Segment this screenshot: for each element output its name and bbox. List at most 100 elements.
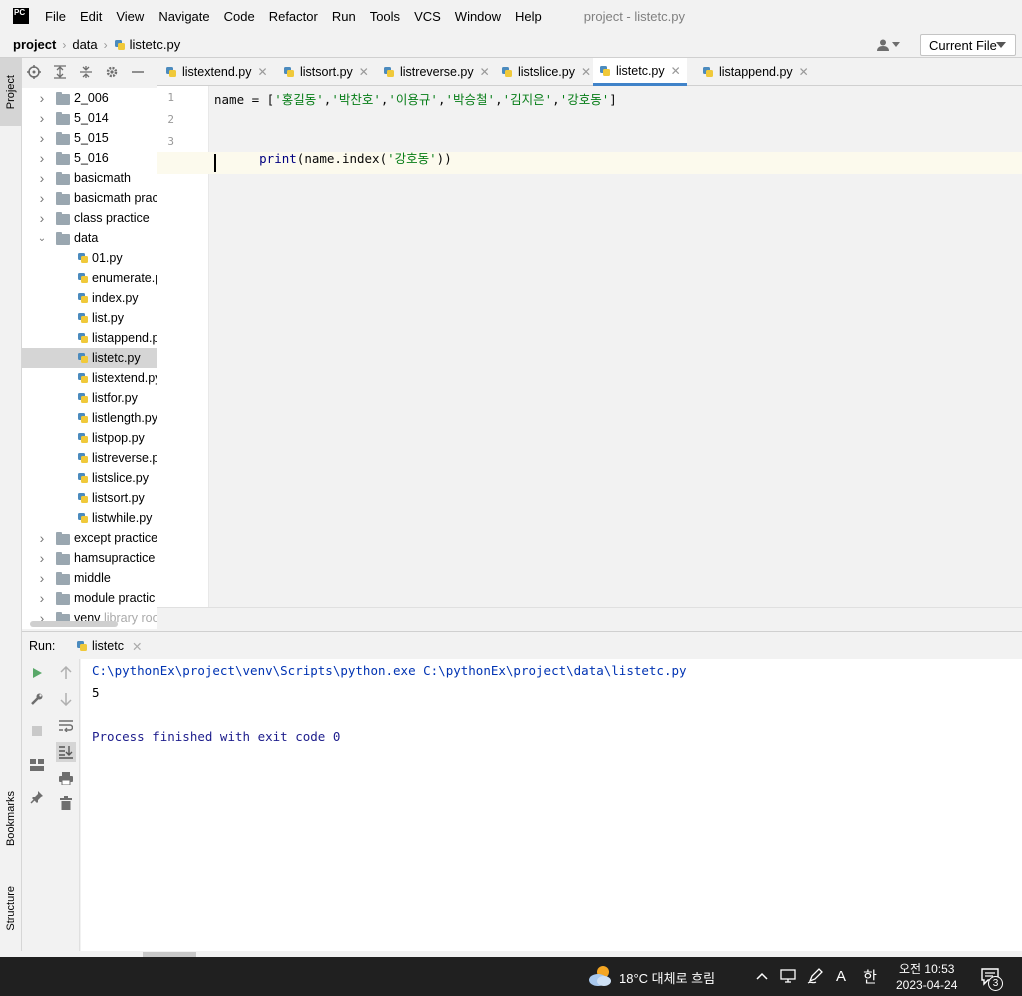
tree-file-row[interactable]: listlength.py	[22, 408, 157, 428]
tree-file-row[interactable]: listslice.py	[22, 468, 157, 488]
close-icon[interactable]: ✕	[132, 639, 142, 654]
chevron-right-icon[interactable]: ›	[37, 190, 47, 206]
locate-icon[interactable]	[26, 64, 42, 80]
chevron-right-icon[interactable]: ›	[37, 570, 47, 586]
collapse-all-icon[interactable]	[78, 64, 94, 80]
tree-file-row[interactable]: 01.py	[22, 248, 157, 268]
rerun-icon[interactable]	[29, 665, 45, 681]
tree-folder-row[interactable]: › hamsupractice	[22, 548, 157, 568]
menu-run[interactable]: Run	[332, 9, 356, 24]
cloudy-weather-icon[interactable]	[587, 964, 613, 988]
chevron-right-icon[interactable]: ›	[37, 90, 47, 106]
scroll-to-end-icon[interactable]	[56, 742, 76, 762]
editor-tab[interactable]: listappend.py ✕	[696, 58, 815, 86]
menu-navigate[interactable]: Navigate	[158, 9, 209, 24]
tab-project[interactable]: Project	[0, 58, 22, 126]
tree-file-row[interactable]: listextend.py	[22, 368, 157, 388]
chevron-right-icon[interactable]: ›	[37, 150, 47, 166]
chevron-right-icon[interactable]: ›	[37, 590, 47, 606]
minimize-icon[interactable]	[130, 64, 146, 80]
tree-file-row[interactable]: listetc.py	[22, 348, 157, 368]
close-icon[interactable]: ✕	[671, 64, 681, 78]
code-editor[interactable]: name = ['홍길동','박찬호','이용규','박승철','김지은','강…	[209, 86, 1022, 607]
ime-mode-hangul[interactable]: 한	[861, 967, 879, 986]
breadcrumb-file[interactable]: listetc.py	[130, 37, 181, 52]
tree-folder-row[interactable]: › except practice	[22, 528, 157, 548]
tab-bookmarks[interactable]: Bookmarks	[0, 778, 22, 860]
tab-structure[interactable]: Structure	[0, 873, 22, 943]
chevron-right-icon[interactable]: ›	[37, 210, 47, 226]
editor-tab[interactable]: listsort.py ✕	[277, 58, 375, 86]
editor-tab[interactable]: listreverse.py ✕	[377, 58, 496, 86]
menu-refactor[interactable]: Refactor	[269, 9, 318, 24]
tree-folder-row[interactable]: › module practic	[22, 588, 157, 608]
menu-window[interactable]: Window	[455, 9, 501, 24]
tree-file-row[interactable]: list.py	[22, 308, 157, 328]
breadcrumb-folder[interactable]: data	[72, 37, 97, 52]
tree-folder-row[interactable]: › class practice	[22, 208, 157, 228]
wrench-icon[interactable]	[29, 691, 45, 707]
menu-vcs[interactable]: VCS	[414, 9, 441, 24]
editor-tab[interactable]: listetc.py ✕	[593, 58, 687, 86]
chevron-right-icon[interactable]: ›	[37, 130, 47, 146]
soft-wrap-icon[interactable]	[58, 718, 74, 734]
ime-mode-a[interactable]: A	[834, 967, 848, 985]
notification-icon[interactable]: 3	[978, 965, 1006, 991]
print-icon[interactable]	[58, 770, 74, 786]
close-icon[interactable]: ✕	[581, 65, 591, 79]
chevron-down-icon[interactable]: ⌄	[37, 233, 47, 244]
tree-file-row[interactable]: listpop.py	[22, 428, 157, 448]
chevron-right-icon[interactable]: ›	[37, 530, 47, 546]
pin-icon[interactable]	[29, 789, 45, 805]
tree-folder-row[interactable]: › 5_015	[22, 128, 157, 148]
tree-folder-row[interactable]: › 5_014	[22, 108, 157, 128]
close-icon[interactable]: ✕	[480, 65, 490, 79]
run-tab-listetc[interactable]: listetc ✕	[72, 632, 152, 660]
weather-text[interactable]: 18°C 대체로 흐림	[619, 968, 715, 987]
gear-icon[interactable]	[104, 64, 120, 80]
close-icon[interactable]: ✕	[257, 65, 267, 79]
chevron-right-icon[interactable]: ›	[37, 550, 47, 566]
stop-icon[interactable]	[29, 723, 45, 739]
layout-icon[interactable]	[29, 757, 45, 773]
arrow-up-icon[interactable]	[58, 665, 74, 681]
tree-file-row[interactable]: listreverse.py	[22, 448, 157, 468]
clock-date[interactable]: 2023-04-24	[896, 978, 957, 992]
arrow-down-icon[interactable]	[58, 691, 74, 707]
tree-folder-row[interactable]: ⌄ data	[22, 228, 157, 248]
chevron-up-icon[interactable]	[755, 967, 769, 985]
tree-file-row[interactable]: listwhile.py	[22, 508, 157, 528]
menu-code[interactable]: Code	[224, 9, 255, 24]
chevron-right-icon[interactable]: ›	[37, 170, 47, 186]
tree-file-row[interactable]: listsort.py	[22, 488, 157, 508]
expand-all-icon[interactable]	[52, 64, 68, 80]
tree-file-row[interactable]: listappend.p	[22, 328, 157, 348]
menu-tools[interactable]: Tools	[370, 9, 400, 24]
editor-tab[interactable]: listslice.py ✕	[495, 58, 597, 86]
run-configuration-select[interactable]: Current File	[920, 34, 1016, 56]
tree-file-row[interactable]: listfor.py	[22, 388, 157, 408]
tree-file-row[interactable]: enumerate.p	[22, 268, 157, 288]
close-icon[interactable]: ✕	[799, 65, 809, 79]
editor-tab[interactable]: listextend.py ✕	[159, 58, 274, 86]
tree-horizontal-scrollbar[interactable]	[30, 621, 118, 627]
user-icon[interactable]	[876, 37, 904, 53]
trash-icon[interactable]	[58, 795, 74, 811]
pen-icon[interactable]	[806, 967, 824, 985]
menu-file[interactable]: File	[45, 9, 66, 24]
network-icon[interactable]	[779, 967, 797, 985]
menu-view[interactable]: View	[116, 9, 144, 24]
tree-folder-row[interactable]: › basicmath	[22, 168, 157, 188]
close-icon[interactable]: ✕	[359, 65, 369, 79]
chevron-right-icon[interactable]: ›	[37, 110, 47, 126]
tree-folder-row[interactable]: › 2_006	[22, 88, 157, 108]
tree-folder-row[interactable]: › 5_016	[22, 148, 157, 168]
breadcrumb-project[interactable]: project	[13, 37, 56, 52]
tree-file-row[interactable]: index.py	[22, 288, 157, 308]
run-console-output[interactable]: C:\pythonEx\project\venv\Scripts\python.…	[81, 659, 1022, 951]
clock-time[interactable]: 오전 10:53	[899, 960, 954, 977]
menu-help[interactable]: Help	[515, 9, 542, 24]
tree-folder-row[interactable]: › basicmath prac	[22, 188, 157, 208]
tree-folder-row[interactable]: › middle	[22, 568, 157, 588]
menu-edit[interactable]: Edit	[80, 9, 102, 24]
